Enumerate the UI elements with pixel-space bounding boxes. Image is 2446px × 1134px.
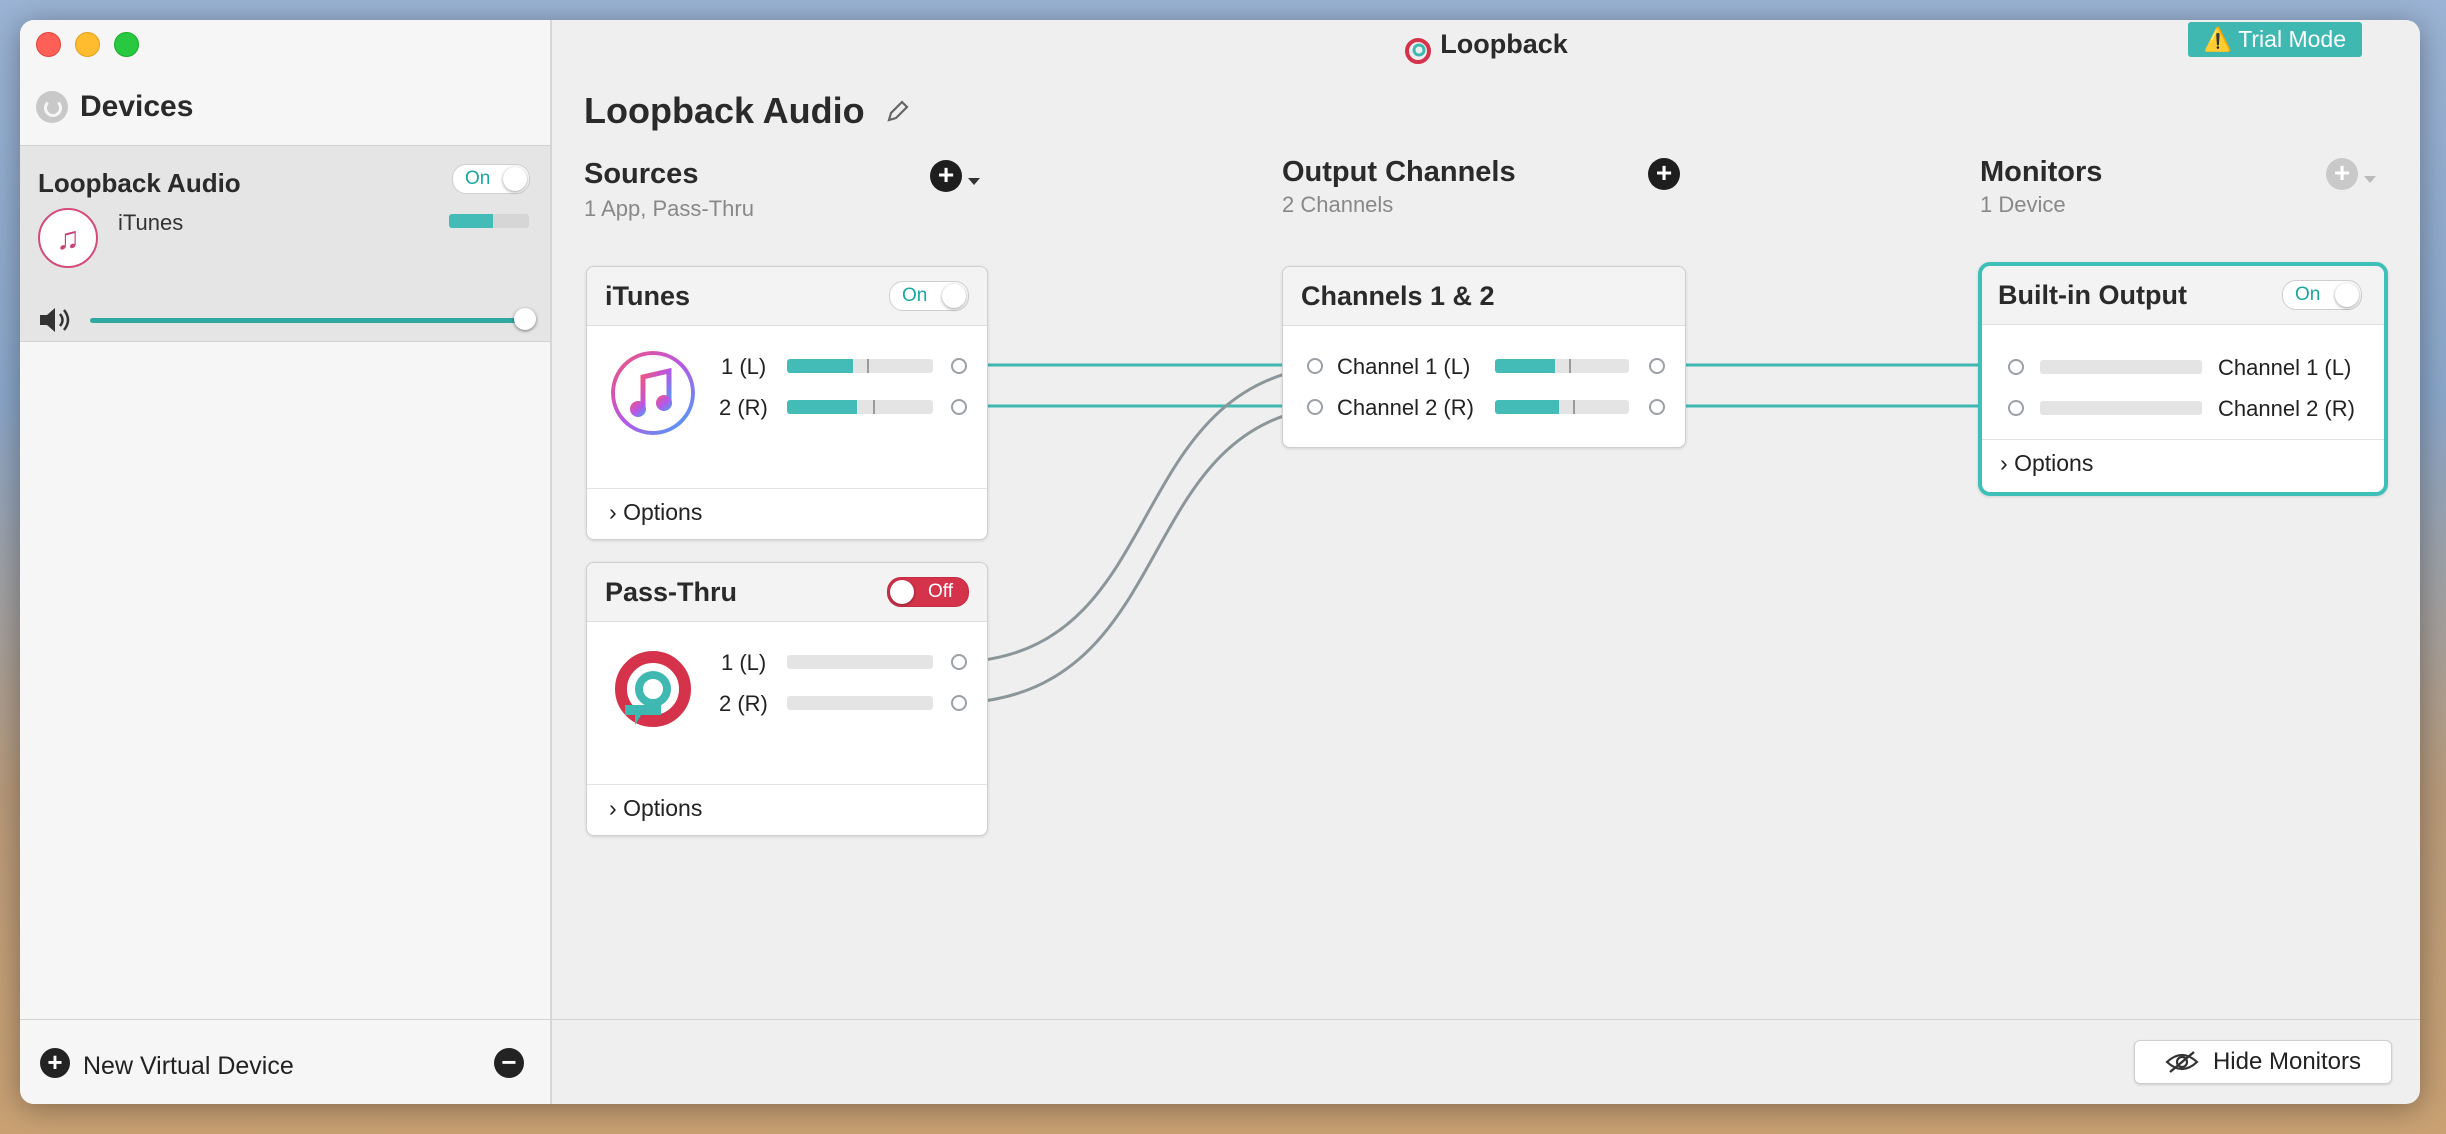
- source-card-itunes[interactable]: iTunes On 1 (L) 2 (R) › Options: [586, 266, 988, 540]
- passthru-toggle[interactable]: Off: [887, 577, 969, 607]
- input-port[interactable]: [2008, 359, 2024, 375]
- input-port[interactable]: [2008, 400, 2024, 416]
- speaker-icon: [40, 308, 70, 332]
- output-port[interactable]: [951, 695, 967, 711]
- level-meter: [1495, 400, 1629, 414]
- options-disclosure[interactable]: › Options: [609, 499, 702, 526]
- hide-monitors-button[interactable]: Hide Monitors: [2134, 1040, 2392, 1084]
- builtin-output-toggle[interactable]: On: [2282, 280, 2362, 310]
- options-label: Options: [623, 499, 703, 525]
- device-list-item[interactable]: Loopback Audio On ♫ iTunes: [20, 145, 550, 342]
- channel-label: Channel 2 (R): [1337, 395, 1474, 420]
- card-title: Channels 1 & 2: [1301, 281, 1495, 311]
- channel-label: 1 (L): [721, 650, 767, 675]
- source-card-passthru[interactable]: Pass-Thru Off 1 (L) 2 (R) › Options: [586, 562, 988, 836]
- level-meter: [1495, 359, 1629, 373]
- card-header: iTunes On: [587, 267, 987, 326]
- channel-label: 2 (R): [719, 691, 768, 716]
- output-port[interactable]: [951, 654, 967, 670]
- minimize-window-button[interactable]: [75, 32, 100, 57]
- card-header: Pass-Thru Off: [587, 563, 987, 622]
- main-panel: Loopback ⚠️ Trial Mode Loopback Audio So…: [552, 20, 2420, 1104]
- volume-slider-knob[interactable]: [514, 308, 536, 330]
- itunes-icon: ♫: [38, 208, 98, 268]
- devices-title: Devices: [80, 90, 194, 123]
- app-window: Devices Loopback Audio On ♫ iTunes + New…: [20, 20, 2420, 1104]
- card-footer: › Options: [587, 784, 987, 835]
- hide-monitors-label: Hide Monitors: [2212, 1048, 2362, 1075]
- toggle-knob: [503, 167, 527, 191]
- device-level-meter: [449, 214, 529, 228]
- card-header: Built-in Output On: [1982, 266, 2384, 325]
- wire-passthru-ch1: [975, 363, 1335, 663]
- level-meter: [2040, 401, 2202, 415]
- devices-header: Devices: [36, 90, 193, 124]
- output-port[interactable]: [951, 358, 967, 374]
- output-port[interactable]: [951, 399, 967, 415]
- card-footer: › Options: [587, 488, 987, 539]
- level-meter: [787, 359, 933, 373]
- options-label: Options: [623, 795, 703, 821]
- passthru-icon: [615, 651, 691, 727]
- itunes-toggle[interactable]: On: [889, 281, 969, 311]
- eye-slash-icon: [2165, 1051, 2199, 1073]
- main-footer: Hide Monitors: [552, 1019, 2420, 1104]
- output-port[interactable]: [1649, 358, 1665, 374]
- channel-label: 2 (R): [719, 395, 768, 420]
- toggle-knob: [942, 284, 966, 308]
- output-port[interactable]: [1649, 399, 1665, 415]
- level-meter: [787, 655, 933, 669]
- wire-passthru-ch2: [975, 404, 1335, 704]
- options-disclosure[interactable]: › Options: [609, 795, 702, 822]
- level-meter: [2040, 360, 2202, 374]
- device-app-name: iTunes: [118, 210, 184, 235]
- sidebar: Devices Loopback Audio On ♫ iTunes + New…: [20, 20, 552, 1104]
- channel-label: Channel 1 (L): [1337, 354, 1471, 379]
- volume-slider-track[interactable]: [90, 318, 530, 323]
- output-channels-card[interactable]: Channels 1 & 2 Channel 1 (L) Channel 2 (…: [1282, 266, 1686, 448]
- remove-device-button[interactable]: −: [494, 1048, 524, 1078]
- options-label: Options: [2014, 450, 2094, 476]
- input-port[interactable]: [1307, 358, 1323, 374]
- sidebar-footer: + New Virtual Device −: [20, 1019, 550, 1104]
- close-window-button[interactable]: [36, 32, 61, 57]
- card-header: Channels 1 & 2: [1283, 267, 1685, 326]
- power-icon: [36, 91, 68, 123]
- card-title: Built-in Output: [1998, 280, 2187, 310]
- level-meter: [787, 696, 933, 710]
- device-toggle-label: On: [465, 168, 491, 189]
- zoom-window-button[interactable]: [114, 32, 139, 57]
- toggle-knob: [890, 580, 914, 604]
- monitor-card-builtin-output[interactable]: Built-in Output On Channel 1 (L) Channel…: [1978, 262, 2388, 496]
- channel-label: Channel 2 (R): [2218, 396, 2355, 421]
- level-meter: [787, 400, 933, 414]
- input-port[interactable]: [1307, 399, 1323, 415]
- toggle-knob: [2335, 283, 2359, 307]
- new-device-add-icon[interactable]: +: [40, 1048, 70, 1078]
- new-virtual-device-button[interactable]: New Virtual Device: [83, 1052, 294, 1081]
- channel-label: Channel 1 (L): [2218, 355, 2352, 380]
- toggle-label: On: [902, 285, 928, 306]
- itunes-icon: [611, 351, 695, 435]
- card-footer: › Options: [1982, 439, 2384, 492]
- toggle-label: On: [2295, 284, 2321, 305]
- card-title: Pass-Thru: [605, 577, 738, 607]
- channel-label: 1 (L): [721, 354, 767, 379]
- device-name: Loopback Audio: [38, 168, 241, 198]
- device-toggle[interactable]: On: [452, 164, 530, 194]
- options-disclosure[interactable]: › Options: [2000, 450, 2093, 477]
- card-title: iTunes: [605, 281, 691, 311]
